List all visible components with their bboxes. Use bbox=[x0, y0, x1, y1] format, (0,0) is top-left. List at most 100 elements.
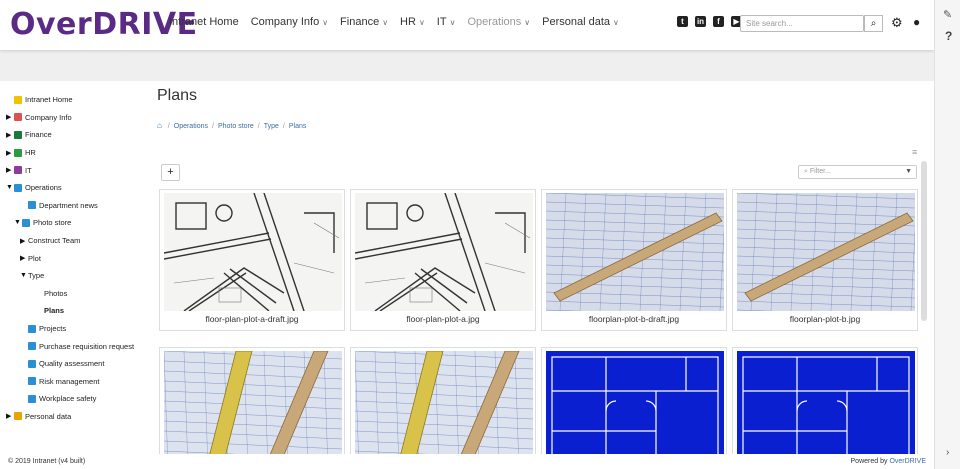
powered-prefix: Powered by bbox=[850, 458, 890, 465]
nav-item-finance[interactable]: Finance ∨ bbox=[340, 16, 388, 28]
expand-triangle-icon[interactable]: ▶ bbox=[6, 113, 14, 121]
twitter-icon[interactable]: t bbox=[677, 16, 688, 27]
copyright-text: © 2019 Intranet (v4 built) bbox=[8, 458, 86, 465]
file-card[interactable] bbox=[350, 347, 536, 457]
page-title: Plans bbox=[157, 87, 198, 104]
sidebar-item-it[interactable]: ▶ IT bbox=[0, 161, 150, 179]
file-thumbnail[interactable] bbox=[546, 193, 724, 311]
expand-triangle-icon[interactable]: ▶ bbox=[6, 412, 14, 420]
edit-pencil-icon[interactable]: ✎ bbox=[943, 8, 952, 21]
sidebar-item-plot[interactable]: ▶ Plot bbox=[0, 249, 150, 267]
sidebar-item-hr[interactable]: ▶ HR bbox=[0, 144, 150, 162]
powered-by-link[interactable]: OverDRIVE bbox=[889, 458, 926, 465]
file-thumbnail[interactable] bbox=[737, 351, 915, 457]
expand-triangle-icon[interactable]: ▶ bbox=[6, 166, 14, 174]
file-card[interactable] bbox=[732, 347, 918, 457]
sidebar-item-construct-team[interactable]: ▶ Construct Team bbox=[0, 232, 150, 250]
nav-item-intranet-home[interactable]: Intranet Home bbox=[169, 16, 239, 28]
file-card[interactable]: floorplan-plot-b-draft.jpg bbox=[541, 189, 727, 331]
sidebar-item-workplace-safety[interactable]: Workplace safety bbox=[0, 390, 150, 408]
sidebar-item-risk-management[interactable]: Risk management bbox=[0, 373, 150, 391]
file-name[interactable]: floorplan-plot-b.jpg bbox=[733, 314, 917, 324]
expand-triangle-icon[interactable]: ▶ bbox=[6, 149, 14, 157]
file-name[interactable]: floorplan-plot-b-draft.jpg bbox=[542, 314, 726, 324]
search-icon: ⌕ bbox=[870, 18, 877, 29]
file-thumbnail[interactable] bbox=[164, 193, 342, 311]
file-thumbnail[interactable] bbox=[546, 351, 724, 457]
sidebar-item-department-news[interactable]: Department news bbox=[0, 197, 150, 215]
nav-item-company-info[interactable]: Company Info ∨ bbox=[251, 16, 328, 28]
sidebar-item-operations[interactable]: ▼ Operations bbox=[0, 179, 150, 197]
expand-triangle-icon[interactable]: ▶ bbox=[6, 131, 14, 139]
search-button[interactable]: ⌕ bbox=[864, 15, 883, 32]
sidebar-tree: Intranet Home ▶ Company Info ▶ Finance ▶ HR ▶ IT… bbox=[0, 91, 150, 425]
nav-item-personal-data[interactable]: Personal data ∨ bbox=[542, 16, 619, 28]
site-search-input[interactable]: Site search... bbox=[740, 15, 864, 32]
file-thumbnail[interactable] bbox=[355, 193, 533, 311]
sidebar-item-intranet-home[interactable]: Intranet Home bbox=[0, 91, 150, 109]
file-name[interactable]: floor-plan-plot-a-draft.jpg bbox=[160, 314, 344, 324]
collapse-triangle-icon[interactable]: ▼ bbox=[6, 184, 14, 191]
sidebar-item-photo-store[interactable]: ▼ Photo store bbox=[0, 214, 150, 232]
file-card[interactable]: floor-plan-plot-a.jpg bbox=[350, 189, 536, 331]
file-name[interactable]: floor-plan-plot-a.jpg bbox=[351, 314, 535, 324]
sidebar-item-personal-data[interactable]: ▶ Personal data bbox=[0, 408, 150, 426]
settings-gear-icon[interactable]: ⚙ bbox=[891, 15, 903, 31]
chevron-down-icon[interactable]: ▼ bbox=[905, 168, 912, 175]
file-card[interactable]: floor-plan-plot-a-draft.jpg bbox=[159, 189, 345, 331]
sidebar-item-label: Intranet Home bbox=[25, 95, 73, 105]
scrollbar[interactable] bbox=[921, 161, 927, 321]
collapse-triangle-icon[interactable]: ▼ bbox=[14, 219, 22, 226]
expand-triangle-icon[interactable]: ▶ bbox=[20, 237, 28, 245]
help-icon[interactable]: ? bbox=[945, 29, 952, 43]
sidebar-item-purchase-requisition-request[interactable]: Purchase requisition request bbox=[0, 337, 150, 355]
file-thumbnail[interactable] bbox=[737, 193, 915, 311]
filter-input[interactable]: ⌕ Filter... ▼ bbox=[798, 165, 917, 179]
sidebar-item-type[interactable]: ▼ Type bbox=[0, 267, 150, 285]
breadcrumb-link[interactable]: Photo store bbox=[218, 123, 254, 130]
page-type-icon bbox=[22, 218, 30, 227]
file-thumbnail[interactable] bbox=[355, 351, 533, 457]
expand-triangle-icon[interactable]: ▶ bbox=[20, 254, 28, 262]
sidebar-item-label: HR bbox=[25, 148, 36, 158]
breadcrumb-separator: / bbox=[167, 123, 170, 130]
breadcrumb-link[interactable]: Plans bbox=[289, 123, 307, 130]
collapse-triangle-icon[interactable]: ▼ bbox=[20, 272, 28, 279]
sidebar-item-company-info[interactable]: ▶ Company Info bbox=[0, 109, 150, 127]
sidebar-item-projects[interactable]: Projects bbox=[0, 320, 150, 338]
sidebar-item-label: Photos bbox=[44, 288, 68, 298]
expand-chevron-icon[interactable]: › bbox=[946, 447, 949, 458]
sidebar-item-label: Personal data bbox=[25, 411, 72, 421]
sidebar-item-photos[interactable]: Photos bbox=[0, 285, 150, 303]
user-account-icon[interactable]: ● bbox=[913, 15, 920, 29]
page-type-icon bbox=[28, 342, 36, 351]
nav-item-hr[interactable]: HR ∨ bbox=[400, 16, 425, 28]
page-type-icon bbox=[14, 412, 22, 421]
file-card[interactable] bbox=[541, 347, 727, 457]
breadcrumb: ⌂ / Operations / Photo store / Type / Plans bbox=[157, 121, 306, 130]
page-type-icon bbox=[14, 166, 22, 175]
breadcrumb-link[interactable]: Operations bbox=[174, 123, 208, 130]
nav-label: Finance bbox=[340, 16, 380, 28]
add-file-button[interactable]: + bbox=[161, 164, 180, 181]
file-thumbnail[interactable] bbox=[164, 351, 342, 457]
home-icon[interactable]: ⌂ bbox=[157, 121, 162, 130]
filter-placeholder: Filter... bbox=[809, 168, 831, 175]
hamburger-menu-icon[interactable]: ≡ bbox=[912, 147, 917, 157]
sidebar-item-quality-assessment[interactable]: Quality assessment bbox=[0, 355, 150, 373]
breadcrumb-link[interactable]: Type bbox=[264, 123, 279, 130]
linkedin-icon[interactable]: in bbox=[695, 16, 706, 27]
file-card[interactable]: floorplan-plot-b.jpg bbox=[732, 189, 918, 331]
file-card[interactable] bbox=[159, 347, 345, 457]
sidebar-item-plans[interactable]: Plans bbox=[0, 302, 150, 320]
sidebar-item-finance[interactable]: ▶ Finance bbox=[0, 126, 150, 144]
page-type-icon bbox=[14, 95, 22, 104]
page-type-icon bbox=[14, 148, 22, 157]
facebook-icon[interactable]: f bbox=[713, 16, 724, 27]
sidebar-item-label: Projects bbox=[39, 324, 67, 334]
sidebar-item-label: Department news bbox=[39, 200, 98, 210]
footer: © 2019 Intranet (v4 built) Powered by Ov… bbox=[0, 454, 934, 469]
powered-by: Powered by OverDRIVE bbox=[851, 458, 926, 465]
nav-item-it[interactable]: IT ∨ bbox=[437, 16, 456, 28]
nav-item-operations[interactable]: Operations ∨ bbox=[467, 16, 530, 28]
